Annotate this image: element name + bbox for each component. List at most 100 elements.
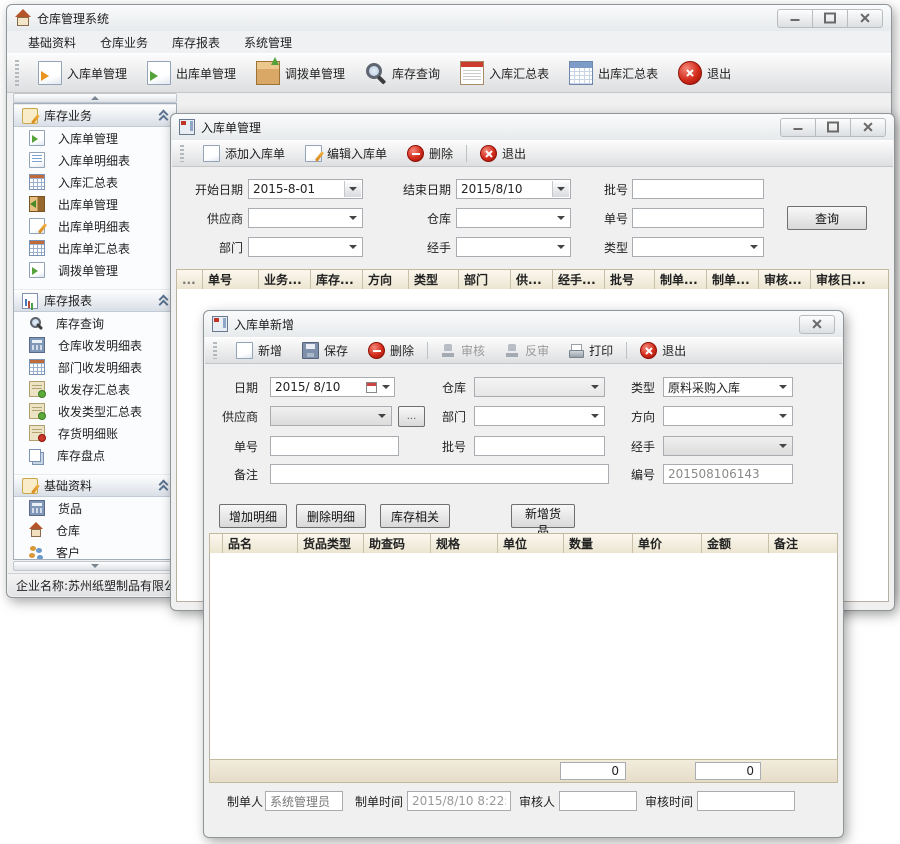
new-button[interactable]: 新增 bbox=[233, 340, 285, 361]
column-header-batch[interactable]: 批号 bbox=[605, 270, 655, 289]
column-header-remark[interactable]: 备注 bbox=[769, 534, 837, 553]
toolbar-outbound-order-mgmt[interactable]: 出库单管理 bbox=[144, 59, 239, 87]
delete-button[interactable]: 删除 bbox=[404, 143, 456, 164]
column-header-goods-type[interactable]: 货品类型 bbox=[298, 534, 364, 553]
creator-input[interactable] bbox=[265, 791, 343, 811]
dropdown-button[interactable] bbox=[374, 408, 390, 424]
sidebar-item-customers[interactable]: 客户 bbox=[14, 541, 176, 560]
dropdown-button[interactable] bbox=[775, 379, 791, 395]
delete-button[interactable]: 删除 bbox=[365, 340, 417, 361]
collapse-chevron-icon[interactable] bbox=[159, 481, 168, 490]
menu-warehouse-business[interactable]: 仓库业务 bbox=[91, 31, 157, 54]
sidebar-section-header[interactable]: 库存业务 bbox=[14, 104, 176, 127]
warehouse-combo[interactable] bbox=[474, 377, 605, 397]
sidebar-splitter-top[interactable] bbox=[13, 93, 177, 103]
column-header-creator[interactable]: 制单... bbox=[655, 270, 707, 289]
sidebar-item-stocktake[interactable]: 库存盘点 bbox=[14, 444, 176, 466]
new-goods-button[interactable]: 新增货品 bbox=[511, 504, 575, 528]
minimize-button[interactable] bbox=[780, 118, 815, 137]
sidebar-section-header[interactable]: 库存报表 bbox=[14, 289, 176, 312]
dropdown-button[interactable] bbox=[775, 438, 791, 454]
close-button[interactable] bbox=[850, 118, 886, 137]
edit-inbound-order-button[interactable]: 编辑入库单 bbox=[302, 143, 390, 164]
sidebar-item-transfer-order-mgmt[interactable]: 调拨单管理 bbox=[14, 259, 176, 281]
dropdown-button[interactable] bbox=[746, 239, 762, 255]
column-header-quantity[interactable]: 数量 bbox=[564, 534, 633, 553]
sidebar-item-outbound-order-mgmt[interactable]: 出库单管理 bbox=[14, 193, 176, 215]
toolbar-inbound-order-mgmt[interactable]: 入库单管理 bbox=[35, 59, 130, 87]
print-button[interactable]: 打印 bbox=[566, 340, 616, 361]
dropdown-button[interactable] bbox=[344, 181, 361, 197]
column-header-business[interactable]: 业务... bbox=[259, 270, 311, 289]
column-header-price[interactable]: 单价 bbox=[633, 534, 702, 553]
remark-input[interactable] bbox=[270, 464, 609, 484]
sidebar-splitter-bottom[interactable] bbox=[13, 561, 177, 571]
main-titlebar[interactable]: 仓库管理系统 bbox=[7, 5, 891, 31]
handler-combo[interactable] bbox=[663, 436, 793, 456]
sidebar-item-outbound-detail[interactable]: 出库单明细表 bbox=[14, 215, 176, 237]
dept-combo[interactable] bbox=[248, 237, 363, 257]
column-header-dept[interactable]: 部门 bbox=[459, 270, 511, 289]
sidebar-item-inout-stock-summary[interactable]: 收发存汇总表 bbox=[14, 378, 176, 400]
dropdown-button[interactable] bbox=[345, 210, 361, 226]
column-header-auditor[interactable]: 审核... bbox=[759, 270, 811, 289]
detail-table-body[interactable] bbox=[209, 553, 838, 760]
close-button[interactable] bbox=[799, 315, 835, 334]
inbound-list-titlebar[interactable]: 入库单管理 bbox=[171, 114, 894, 140]
sidebar-item-inbound-order-mgmt[interactable]: 入库单管理 bbox=[14, 127, 176, 149]
toolbar-grip[interactable] bbox=[180, 145, 184, 163]
sidebar-section-header[interactable]: 基础资料 bbox=[14, 474, 176, 497]
supplier-combo[interactable] bbox=[270, 406, 392, 426]
calendar-dropdown-button[interactable] bbox=[363, 379, 393, 395]
exit-button[interactable]: 退出 bbox=[477, 143, 529, 164]
column-header-direction[interactable]: 方向 bbox=[363, 270, 409, 289]
query-button[interactable]: 查询 bbox=[787, 206, 867, 230]
column-header-product[interactable]: 品名 bbox=[223, 534, 298, 553]
toolbar-inbound-summary[interactable]: 入库汇总表 bbox=[457, 59, 552, 87]
menu-basic-data[interactable]: 基础资料 bbox=[19, 31, 85, 54]
add-inbound-order-button[interactable]: 添加入库单 bbox=[200, 143, 288, 164]
column-header-unit[interactable]: 单位 bbox=[498, 534, 564, 553]
column-header-handler[interactable]: 经手... bbox=[553, 270, 605, 289]
column-header-create-time[interactable]: 制单... bbox=[707, 270, 759, 289]
sidebar-item-inventory-query[interactable]: 库存查询 bbox=[14, 312, 176, 334]
toolbar-outbound-summary[interactable]: 出库汇总表 bbox=[566, 59, 661, 87]
column-header-type[interactable]: 类型 bbox=[409, 270, 459, 289]
batch-input[interactable] bbox=[474, 436, 605, 456]
sidebar-item-inbound-detail[interactable]: 入库单明细表 bbox=[14, 149, 176, 171]
column-header[interactable]: ... bbox=[177, 270, 203, 289]
create-time-input[interactable] bbox=[407, 791, 511, 811]
exit-button[interactable]: 退出 bbox=[637, 340, 689, 361]
toolbar-grip[interactable] bbox=[15, 60, 19, 87]
type-combo[interactable]: 原料采购入库 bbox=[663, 377, 793, 397]
column-header-supplier[interactable]: 供... bbox=[511, 270, 553, 289]
dropdown-button[interactable] bbox=[345, 239, 361, 255]
start-date-picker[interactable]: 2015-8-01 bbox=[248, 179, 363, 199]
order-no-input[interactable] bbox=[270, 436, 399, 456]
type-combo[interactable] bbox=[632, 237, 764, 257]
dropdown-button[interactable] bbox=[775, 408, 791, 424]
sidebar-item-inbound-summary[interactable]: 入库汇总表 bbox=[14, 171, 176, 193]
collapse-chevron-icon[interactable] bbox=[159, 296, 168, 305]
inbound-new-titlebar[interactable]: 入库单新增 bbox=[204, 311, 843, 337]
sidebar-item-goods[interactable]: 货品 bbox=[14, 497, 176, 519]
column-header-amount[interactable]: 金额 bbox=[702, 534, 769, 553]
save-button[interactable]: 保存 bbox=[299, 340, 351, 361]
toolbar-grip[interactable] bbox=[213, 342, 217, 360]
column-header-inventory[interactable]: 库存... bbox=[311, 270, 363, 289]
sidebar-item-stock-ledger[interactable]: 存货明细账 bbox=[14, 422, 176, 444]
maximize-button[interactable] bbox=[812, 9, 847, 28]
audit-time-input[interactable] bbox=[697, 791, 795, 811]
column-header-spec[interactable]: 规格 bbox=[431, 534, 498, 553]
column-header-lookup-code[interactable]: 助查码 bbox=[364, 534, 431, 553]
dept-combo[interactable] bbox=[474, 406, 605, 426]
delete-detail-button[interactable]: 删除明细 bbox=[296, 504, 366, 528]
sidebar-item-dept-inout-detail[interactable]: 部门收发明细表 bbox=[14, 356, 176, 378]
maximize-button[interactable] bbox=[815, 118, 850, 137]
minimize-button[interactable] bbox=[777, 9, 812, 28]
column-header-audit-date[interactable]: 审核日... bbox=[811, 270, 888, 289]
direction-combo[interactable] bbox=[663, 406, 793, 426]
collapse-chevron-icon[interactable] bbox=[159, 111, 168, 120]
menu-inventory-reports[interactable]: 库存报表 bbox=[163, 31, 229, 54]
toolbar-transfer-order-mgmt[interactable]: 调拨单管理 bbox=[253, 59, 348, 87]
